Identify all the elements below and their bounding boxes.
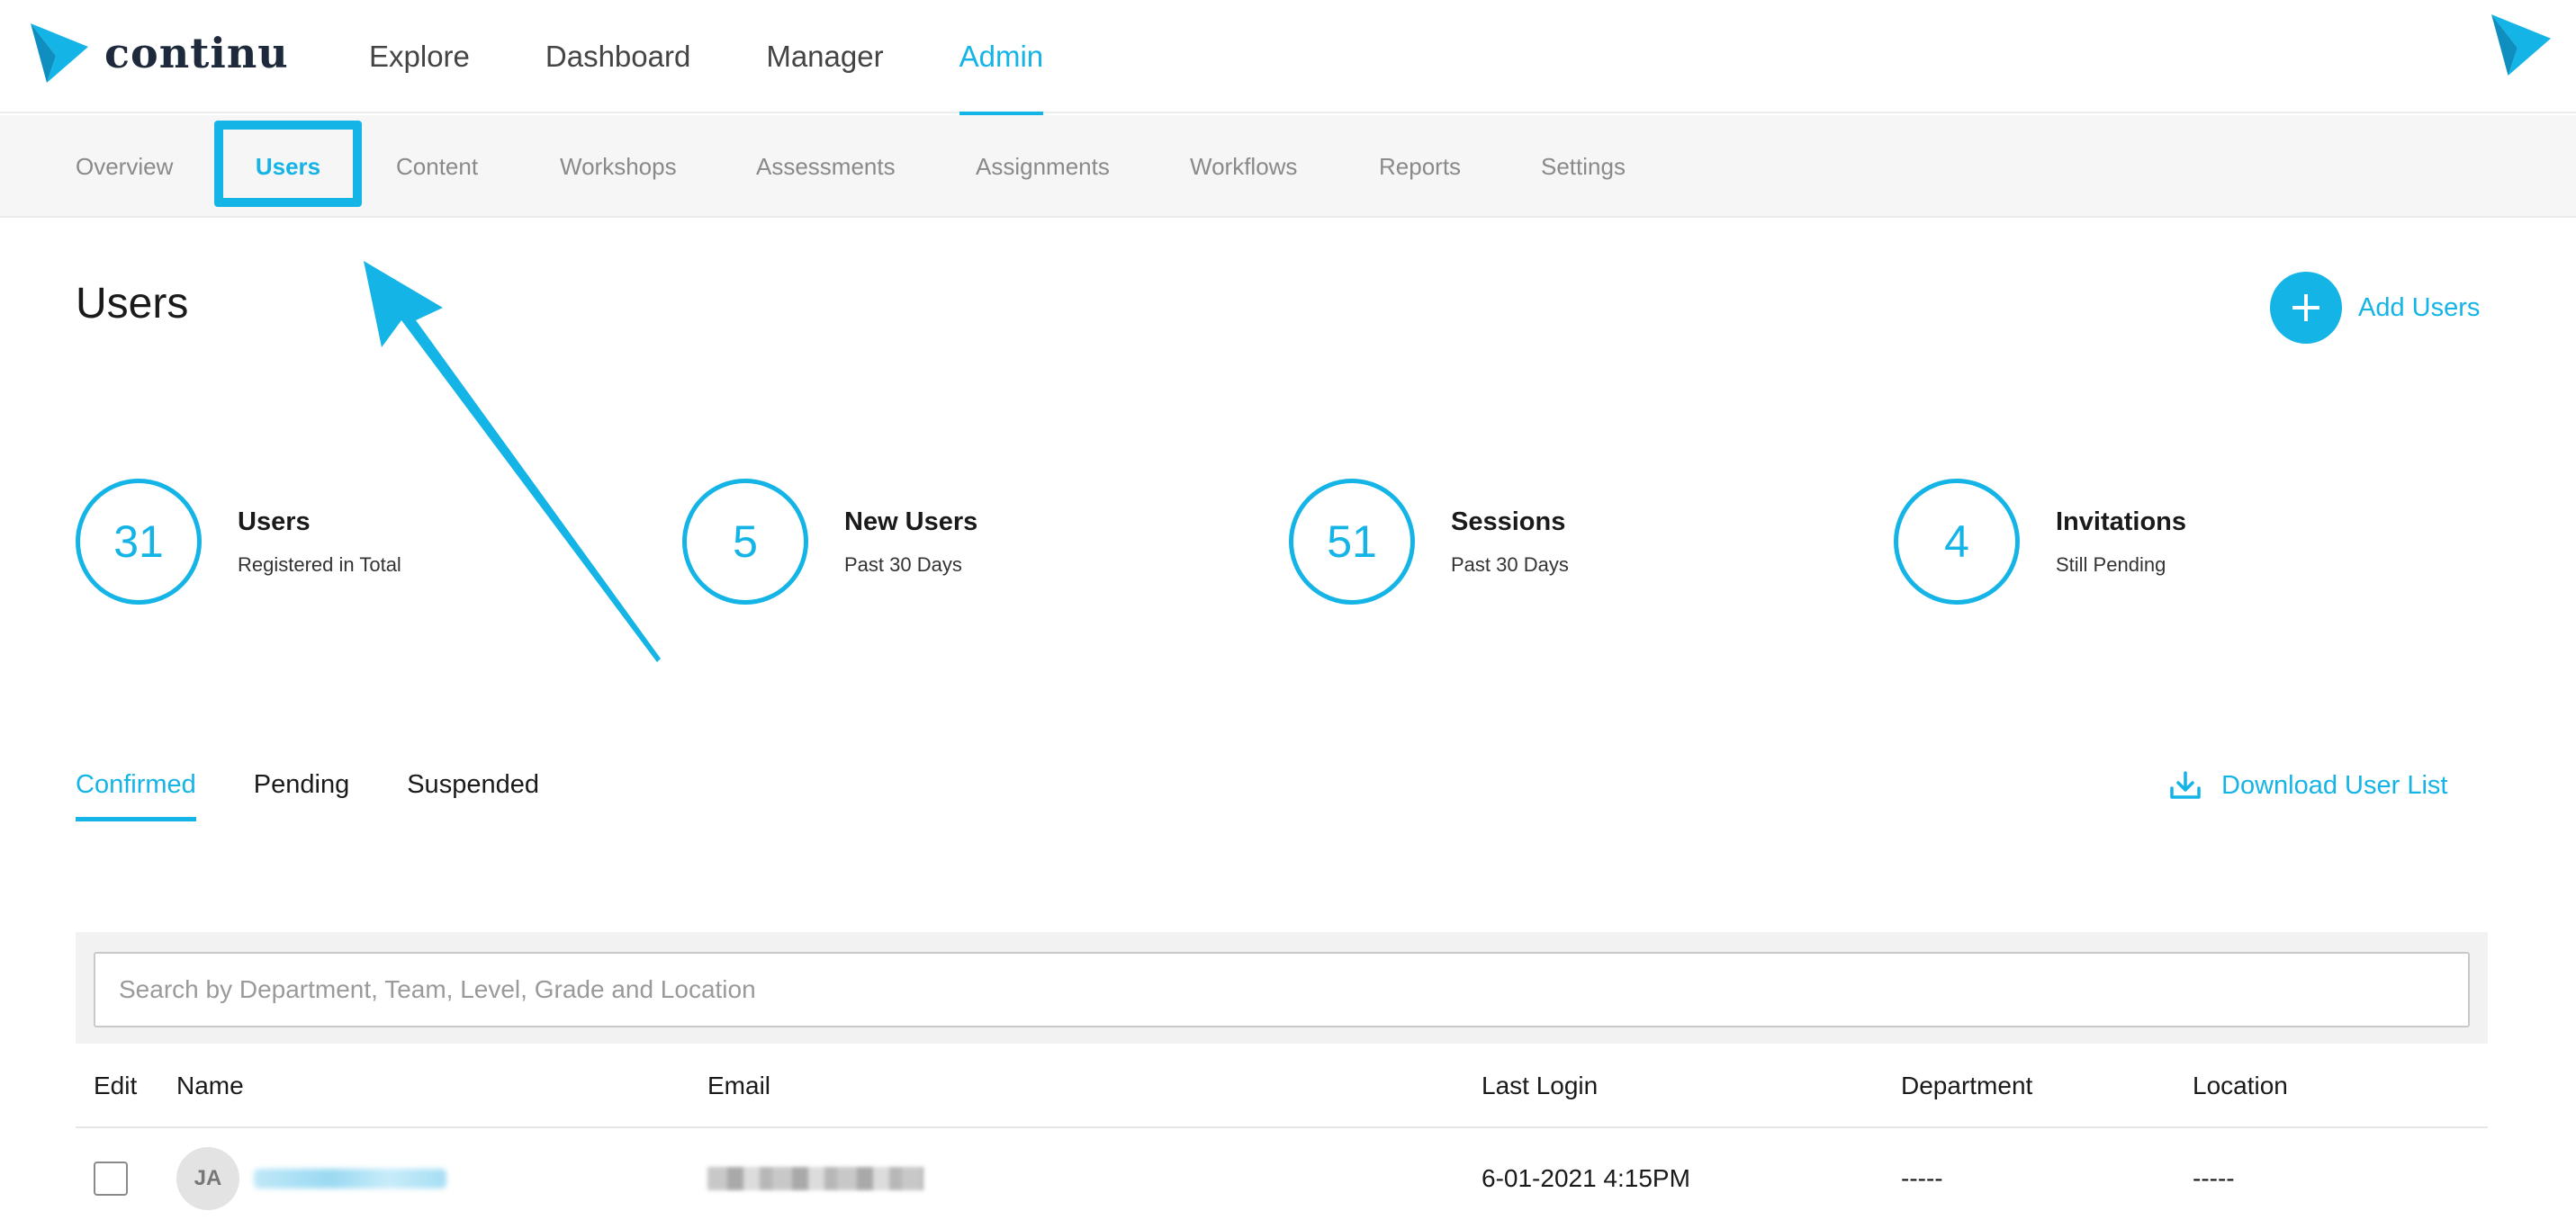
sub-nav-assessments[interactable]: Assessments <box>756 115 896 218</box>
user-status-tabs: Confirmed Pending Suspended <box>76 770 597 821</box>
search-bar-container <box>76 932 2488 1044</box>
tab-suspended[interactable]: Suspended <box>407 770 539 821</box>
stat-value: 5 <box>682 479 808 605</box>
download-icon <box>2170 771 2201 799</box>
stat-value: 4 <box>1894 479 2020 605</box>
download-user-list-label: Download User List <box>2221 770 2448 800</box>
tab-pending[interactable]: Pending <box>254 770 349 821</box>
stat-invitations: 4 Invitations Still Pending <box>1894 479 2186 605</box>
column-header-department[interactable]: Department <box>1901 1044 2032 1128</box>
download-user-list-button[interactable]: Download User List <box>2169 770 2447 801</box>
column-header-location[interactable]: Location <box>2193 1044 2288 1128</box>
tab-confirmed[interactable]: Confirmed <box>76 770 196 821</box>
user-name-link-redacted[interactable] <box>254 1169 446 1189</box>
page-title: Users <box>76 280 189 327</box>
users-table: Edit Name Email Last Login Department Lo… <box>76 1044 2488 1229</box>
sub-nav-overview[interactable]: Overview <box>76 115 173 218</box>
last-login-cell: 6-01-2021 4:15PM <box>1482 1164 1690 1192</box>
add-users-button[interactable]: Add Users <box>2270 272 2480 344</box>
stat-value: 51 <box>1289 479 1415 605</box>
main-nav: Explore Dashboard Manager Admin <box>369 0 1119 115</box>
main-nav-explore[interactable]: Explore <box>369 0 470 113</box>
admin-sub-nav: Overview Users Content Workshops Assessm… <box>0 115 2576 218</box>
stat-users: 31 Users Registered in Total <box>76 479 401 605</box>
sub-nav-assignments[interactable]: Assignments <box>976 115 1110 218</box>
user-email-redacted <box>707 1167 923 1190</box>
sub-nav-reports[interactable]: Reports <box>1379 115 1461 218</box>
stat-title: Users <box>238 507 311 536</box>
top-navigation-bar: continu Explore Dashboard Manager Admin <box>0 0 2576 115</box>
column-header-name[interactable]: Name <box>176 1044 244 1128</box>
table-header: Edit Name Email Last Login Department Lo… <box>76 1044 2488 1128</box>
paper-plane-logo-icon <box>31 23 88 83</box>
add-users-label: Add Users <box>2358 292 2481 322</box>
brand-logo[interactable]: continu <box>31 23 289 83</box>
stat-value: 31 <box>76 479 202 605</box>
stat-subtitle: Past 30 Days <box>1451 552 1569 576</box>
plus-icon <box>2270 272 2342 344</box>
stat-new-users: 5 New Users Past 30 Days <box>682 479 977 605</box>
sub-nav-settings[interactable]: Settings <box>1541 115 1626 218</box>
department-cell: ----- <box>1901 1164 1943 1192</box>
paper-plane-corner-icon[interactable] <box>2491 14 2551 76</box>
location-cell: ----- <box>2193 1164 2235 1192</box>
search-input[interactable] <box>94 952 2470 1027</box>
stat-subtitle: Registered in Total <box>238 552 401 576</box>
table-row[interactable]: JA 6-01-2021 4:15PM ----- ----- <box>76 1128 2488 1229</box>
sub-nav-content[interactable]: Content <box>396 115 478 218</box>
sub-nav-workshops[interactable]: Workshops <box>560 115 677 218</box>
column-header-edit[interactable]: Edit <box>94 1044 137 1128</box>
sub-nav-workflows[interactable]: Workflows <box>1190 115 1297 218</box>
column-header-last-login[interactable]: Last Login <box>1482 1044 1598 1128</box>
stat-title: New Users <box>844 507 978 536</box>
brand-name: continu <box>104 29 289 77</box>
row-select-checkbox[interactable] <box>94 1162 128 1196</box>
stat-subtitle: Past 30 Days <box>844 552 962 576</box>
stat-title: Sessions <box>1451 507 1566 536</box>
stat-title: Invitations <box>2056 507 2187 536</box>
main-nav-dashboard[interactable]: Dashboard <box>545 0 690 113</box>
stat-sessions: 51 Sessions Past 30 Days <box>1289 479 1569 605</box>
stat-subtitle: Still Pending <box>2056 552 2166 576</box>
main-nav-manager[interactable]: Manager <box>766 0 883 113</box>
main-nav-admin[interactable]: Admin <box>959 0 1043 115</box>
column-header-email[interactable]: Email <box>707 1044 770 1128</box>
avatar: JA <box>176 1147 239 1210</box>
sub-nav-users[interactable]: Users <box>223 115 353 218</box>
